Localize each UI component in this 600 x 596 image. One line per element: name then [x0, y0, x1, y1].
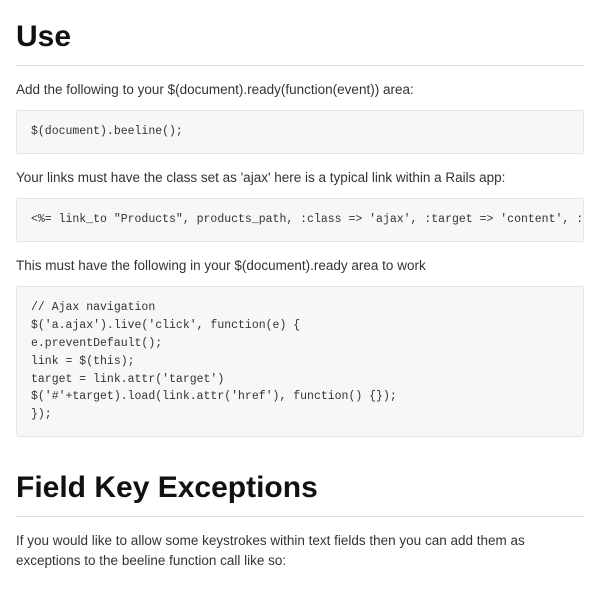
- heading-use: Use: [16, 14, 584, 66]
- heading-field-key-exceptions: Field Key Exceptions: [16, 465, 584, 517]
- paragraph-use-3: This must have the following in your $(d…: [16, 256, 584, 276]
- paragraph-exceptions-1: If you would like to allow some keystrok…: [16, 531, 584, 572]
- paragraph-use-2: Your links must have the class set as 'a…: [16, 168, 584, 188]
- paragraph-use-1: Add the following to your $(document).re…: [16, 80, 584, 100]
- code-block-2: <%= link_to "Products", products_path, :…: [16, 198, 584, 242]
- code-block-3: // Ajax navigation $('a.ajax').live('cli…: [16, 286, 584, 437]
- code-block-1: $(document).beeline();: [16, 110, 584, 154]
